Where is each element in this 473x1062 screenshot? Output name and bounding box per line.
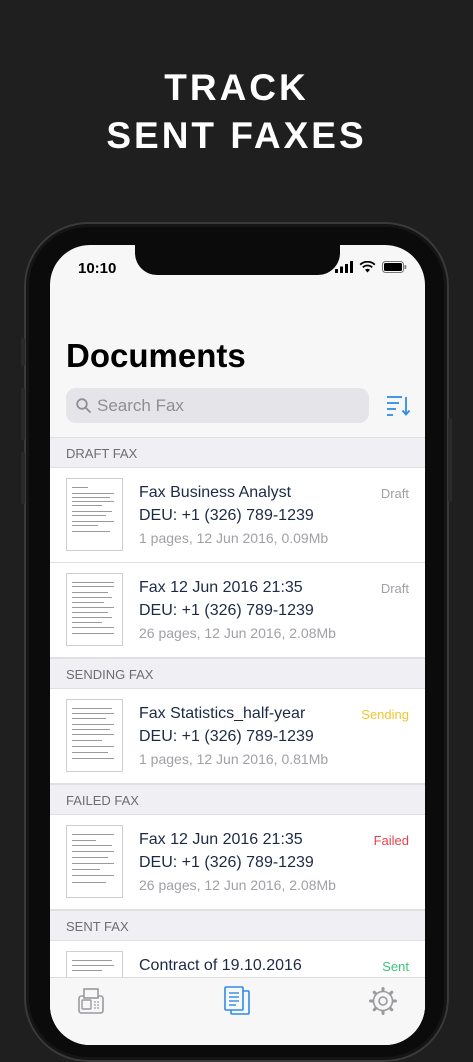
- headline-line-2: SENT FAXES: [106, 115, 367, 156]
- mute-switch: [21, 338, 25, 366]
- sort-button[interactable]: [385, 393, 411, 417]
- status-badge: Draft: [380, 581, 409, 596]
- fax-meta: 26 pages, 12 Jun 2016, 2.08Mb: [139, 877, 336, 893]
- status-badge: Draft: [380, 486, 409, 501]
- sort-icon: [387, 396, 411, 416]
- fax-list: DRAFT FAX Fax Business Analyst DEU: +1 (…: [50, 437, 425, 1036]
- fax-name: Fax 12 Jun 2016 21:35: [139, 831, 303, 848]
- fax-name: Contract of 19.10.2016: [139, 957, 302, 974]
- fax-meta: 1 pages, 12 Jun 2016, 0.09Mb: [139, 530, 329, 546]
- tab-fax[interactable]: [76, 986, 106, 1016]
- fax-thumbnail: [66, 573, 123, 646]
- section-header-draft: DRAFT FAX: [50, 437, 425, 468]
- tab-documents[interactable]: [222, 986, 254, 1016]
- tab-bar: [50, 977, 425, 1045]
- fax-name: Fax 12 Jun 2016 21:35: [139, 579, 303, 596]
- section-header-sending: SENDING FAX: [50, 658, 425, 689]
- status-badge: Failed: [373, 833, 409, 848]
- wifi-icon: [359, 261, 376, 273]
- tab-settings[interactable]: [368, 986, 398, 1016]
- headline: TRACK SENT FAXES: [0, 64, 473, 160]
- volume-down-button: [21, 452, 25, 504]
- fax-machine-icon: [78, 988, 104, 1014]
- documents-icon: [224, 986, 250, 1015]
- notch: [135, 245, 340, 275]
- fax-row[interactable]: Fax 12 Jun 2016 21:35 DEU: +1 (326) 789-…: [50, 563, 425, 658]
- status-time: 10:10: [78, 260, 117, 277]
- section-header-failed: FAILED FAX: [50, 784, 425, 815]
- gear-icon: [369, 987, 397, 1015]
- fax-thumbnail: [66, 825, 123, 898]
- fax-thumbnail: [66, 478, 123, 551]
- status-badge: Sent: [382, 959, 409, 974]
- fax-name: Fax Statistics_half-year: [139, 705, 306, 722]
- fax-number: DEU: +1 (326) 789-1239: [139, 854, 314, 871]
- status-icons: [335, 261, 407, 273]
- power-button: [448, 418, 452, 502]
- search-input[interactable]: [97, 395, 337, 416]
- fax-thumbnail: [66, 699, 123, 772]
- section-header-sent: SENT FAX: [50, 910, 425, 941]
- fax-name: Fax Business Analyst: [139, 484, 292, 501]
- battery-icon: [382, 261, 407, 273]
- search-icon: [76, 398, 91, 413]
- headline-line-1: TRACK: [164, 67, 309, 108]
- status-badge: Sending: [361, 707, 409, 722]
- app-screen: 10:10 Documents Search Fax DRAFT FAX Fax…: [50, 245, 425, 1045]
- page-title: Documents: [66, 337, 246, 374]
- fax-number: DEU: +1 (326) 789-1239: [139, 602, 314, 619]
- signal-icon: [335, 261, 353, 273]
- search-bar[interactable]: [66, 388, 369, 423]
- volume-up-button: [21, 388, 25, 440]
- fax-number: DEU: +1 (326) 789-1239: [139, 507, 314, 524]
- fax-row[interactable]: Fax Business Analyst DEU: +1 (326) 789-1…: [50, 468, 425, 563]
- fax-row[interactable]: Fax 12 Jun 2016 21:35 DEU: +1 (326) 789-…: [50, 815, 425, 910]
- fax-meta: 1 pages, 12 Jun 2016, 0.81Mb: [139, 751, 329, 767]
- fax-row[interactable]: Fax Statistics_half-year DEU: +1 (326) 7…: [50, 689, 425, 784]
- fax-number: DEU: +1 (326) 789-1239: [139, 728, 314, 745]
- fax-meta: 26 pages, 12 Jun 2016, 2.08Mb: [139, 625, 336, 641]
